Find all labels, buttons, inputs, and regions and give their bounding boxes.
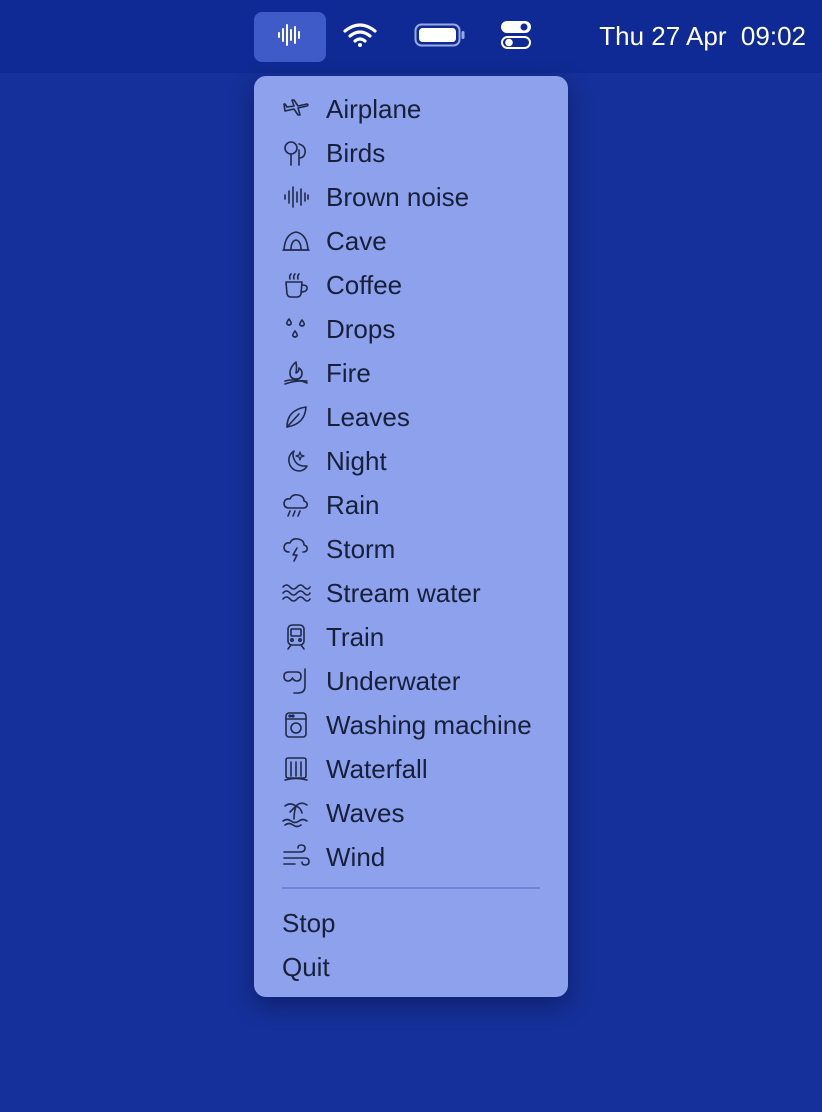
sounds-dropdown-menu: Airplane Birds Brown noise Cave Coffee Drops F…	[254, 76, 568, 997]
sound-menu-item-train[interactable]: Train	[254, 615, 568, 659]
sound-menu-item-birds[interactable]: Birds	[254, 131, 568, 175]
sound-menu-item-airplane[interactable]: Airplane	[254, 87, 568, 131]
sound-menu-item-underwater[interactable]: Underwater	[254, 659, 568, 703]
sound-menu-item-label: Brown noise	[326, 181, 470, 212]
menu-separator	[282, 887, 540, 889]
sound-list: Airplane Birds Brown noise Cave Coffee Drops F…	[254, 87, 568, 879]
menu-actions: Stop Quit	[254, 901, 568, 989]
sound-menu-item-night[interactable]: Night	[254, 439, 568, 483]
sound-menu-item-label: Coffee	[326, 269, 403, 300]
sound-menu-item-brown-noise[interactable]: Brown noise	[254, 175, 568, 219]
drops-icon	[281, 314, 315, 344]
menu-bar-clock[interactable]: Thu 27 Apr 09:02	[548, 16, 806, 56]
palm-waves-icon	[281, 798, 315, 828]
sound-menu-item-rain[interactable]: Rain	[254, 483, 568, 527]
waterfall-icon	[281, 754, 315, 784]
sound-menu-item-storm[interactable]: Storm	[254, 527, 568, 571]
trees-icon	[281, 138, 315, 168]
waveform-icon	[281, 182, 315, 212]
sound-menu-item-label: Cave	[326, 225, 387, 256]
airplane-icon	[281, 94, 315, 124]
control-center-menu-extra[interactable]	[494, 18, 538, 56]
sound-menu-item-label: Fire	[326, 357, 371, 388]
sound-menu-item-cave[interactable]: Cave	[254, 219, 568, 263]
leaf-icon	[281, 402, 315, 432]
quit-menu-item[interactable]: Quit	[254, 945, 568, 989]
sound-menu-item-label: Waves	[326, 797, 405, 828]
sound-menu-item-label: Birds	[326, 137, 386, 168]
stop-menu-item[interactable]: Stop	[254, 901, 568, 945]
sound-menu-item-waves[interactable]: Waves	[254, 791, 568, 835]
battery-menu-extra[interactable]	[410, 18, 470, 56]
moon-stars-icon	[281, 446, 315, 476]
battery-icon	[414, 22, 466, 53]
cloud-rain-icon	[281, 490, 315, 520]
sound-menu-item-label: Train	[326, 621, 385, 652]
control-center-icon	[500, 20, 532, 55]
sound-menu-item-label: Storm	[326, 533, 396, 564]
sound-menu-item-label: Night	[326, 445, 387, 476]
snorkel-icon	[281, 666, 315, 696]
fire-icon	[281, 358, 315, 388]
train-icon	[281, 622, 315, 652]
wifi-menu-extra[interactable]	[338, 18, 382, 56]
sound-menu-item-label: Underwater	[326, 665, 461, 696]
sound-menu-item-fire[interactable]: Fire	[254, 351, 568, 395]
sound-menu-item-coffee[interactable]: Coffee	[254, 263, 568, 307]
sound-app-menu-extra[interactable]	[254, 12, 326, 62]
sound-menu-item-washing-machine[interactable]: Washing machine	[254, 703, 568, 747]
washing-machine-icon	[281, 710, 315, 740]
coffee-cup-icon	[281, 270, 315, 300]
sound-menu-item-label: Waterfall	[326, 753, 428, 784]
wifi-icon	[342, 21, 378, 54]
menu-bar: Thu 27 Apr 09:02	[0, 0, 822, 73]
waveform-icon	[277, 23, 303, 52]
sound-menu-item-label: Rain	[326, 489, 380, 520]
sound-menu-item-label: Leaves	[326, 401, 410, 432]
sound-menu-item-label: Wind	[326, 841, 386, 872]
sound-menu-item-label: Washing machine	[326, 709, 532, 740]
sound-menu-item-wind[interactable]: Wind	[254, 835, 568, 879]
sound-menu-item-label: Drops	[326, 313, 396, 344]
sound-menu-item-label: Airplane	[326, 93, 422, 124]
cave-icon	[281, 226, 315, 256]
cloud-bolt-icon	[281, 534, 315, 564]
water-waves-icon	[281, 578, 315, 608]
sound-menu-item-waterfall[interactable]: Waterfall	[254, 747, 568, 791]
sound-menu-item-stream-water[interactable]: Stream water	[254, 571, 568, 615]
sound-menu-item-leaves[interactable]: Leaves	[254, 395, 568, 439]
sound-menu-item-drops[interactable]: Drops	[254, 307, 568, 351]
wind-icon	[281, 842, 315, 872]
sound-menu-item-label: Stream water	[326, 577, 481, 608]
